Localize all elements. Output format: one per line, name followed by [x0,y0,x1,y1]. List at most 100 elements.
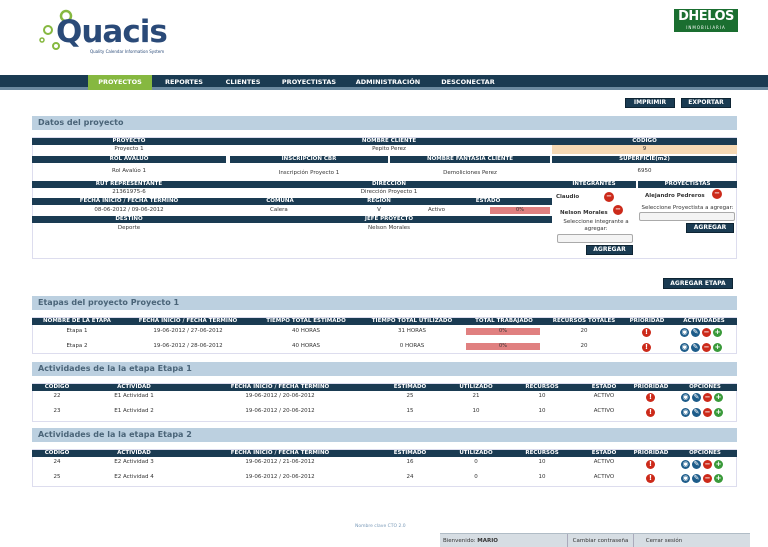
edit-icon[interactable]: ✎ [692,460,701,469]
label-fecha: FECHA INICIO / FECHA TERMINO [32,198,226,205]
edit-icon[interactable]: ✎ [692,474,701,483]
priority-red-icon: ! [646,474,655,483]
add-icon[interactable]: + [714,408,723,417]
delete-icon[interactable]: − [703,393,712,402]
act-resources: 10 [538,474,546,480]
act-dates: 19-06-2012 / 20-06-2012 [245,393,315,399]
delete-icon[interactable]: − [702,328,711,337]
value-inscripcion-cbr: Inscripción Proyecto 1 [278,170,340,176]
act-col-resources: RECURSOS [525,384,559,390]
view-icon[interactable]: ◉ [681,460,690,469]
stages-col-priority: PRIORIDAD [629,318,665,324]
act-col-dates: FECHA INICIO / FECHA TERMINO [230,450,330,456]
view-icon[interactable]: ◉ [681,474,690,483]
nav-reportes[interactable]: REPORTES [158,75,210,90]
add-icon[interactable]: + [713,328,722,337]
act-col-state: ESTADO [591,384,617,390]
add-proyectista-button[interactable]: AGREGAR [686,223,734,233]
act-name: E2 Actividad 4 [114,474,154,480]
proyectista-select[interactable] [639,212,735,221]
act-name: E1 Actividad 2 [114,408,154,414]
welcome-label: Bienvenido: [443,538,476,544]
nav-administracion[interactable]: ADMINISTRACIÓN [350,75,426,90]
act-used: 10 [472,408,480,414]
change-password-link[interactable]: Cambiar contraseña [568,534,634,547]
view-icon[interactable]: ◉ [680,343,689,352]
act-dates: 19-06-2012 / 20-06-2012 [245,408,315,414]
act-state: ACTIVO [593,459,615,465]
stage-estimated: 40 HORAS [291,328,321,334]
act-used: 21 [472,393,480,399]
stages-col-dates: FECHA INICIO / FECHA TERMINO [138,318,238,324]
act-estimated: 15 [406,408,414,414]
value-direccion: Dirección Proyecto 1 [360,189,418,195]
delete-icon[interactable]: − [703,408,712,417]
label-destino: DESTINO [32,216,226,223]
remove-member-icon[interactable]: − [712,189,722,199]
stage-estimated: 40 HORAS [291,343,321,349]
value-nombre-cliente: Pepito Perez [372,146,406,152]
export-button[interactable]: EXPORTAR [681,98,731,108]
act-col-activity: ACTIVIDAD [117,384,151,390]
act-col-priority: PRIORIDAD [633,450,669,456]
remove-member-icon[interactable]: − [604,192,614,202]
act-code: 24 [53,459,61,465]
status-bar: Bienvenido: MARIO Cambiar contraseña Cer… [440,533,750,547]
logo-tagline: Quality Calendar Information System [90,49,165,54]
edit-icon[interactable]: ✎ [691,328,700,337]
view-icon[interactable]: ◉ [680,328,689,337]
nav-proyectos[interactable]: PROYECTOS [88,75,152,90]
act-col-code: CODIGO [44,384,70,390]
label-region: REGION [334,198,424,205]
stage-resources: 20 [580,328,588,334]
logo-wordmark: Quacis [56,14,168,50]
act-col-estimated: ESTIMADO [393,384,427,390]
label-comuna: COMUNA [226,198,334,205]
integrante-name: Nelson Morales [560,210,608,216]
edit-icon[interactable]: ✎ [692,408,701,417]
nav-clientes[interactable]: CLIENTES [218,75,268,90]
integrante-select[interactable] [557,234,633,243]
edit-icon[interactable]: ✎ [692,393,701,402]
value-estado: Activo [428,207,445,213]
estado-progress: 0% [490,207,550,214]
priority-red-icon: ! [646,408,655,417]
add-icon[interactable]: + [713,343,722,352]
add-icon[interactable]: + [714,393,723,402]
act1-section-title: Actividades de la la etapa Etapa 1 [32,362,737,376]
label-codigo: CODIGO [552,138,737,145]
label-nombre-cliente: NOMBRE CLIENTE [226,138,552,145]
value-rut: 21361975-6 [112,189,146,195]
value-region: V [377,207,381,213]
proyectista-select-label: Seleccione Proyectista a agregar: [641,205,734,211]
view-icon[interactable]: ◉ [681,408,690,417]
stages-col-worked: TOTAL TRABAJADO [475,318,533,324]
remove-member-icon[interactable]: − [613,205,623,215]
add-icon[interactable]: + [714,460,723,469]
act-state: ACTIVO [593,408,615,414]
add-integrante-button[interactable]: AGREGAR [586,245,633,255]
stage-name: Etapa 2 [66,343,88,349]
proyectista-name: Alejandro Pedreros [645,193,705,199]
nav-proyectistas[interactable]: PROYECTISTAS [276,75,342,90]
add-icon[interactable]: + [714,474,723,483]
nav-desconectar[interactable]: DESCONECTAR [434,75,502,90]
stages-col-name: NOMBRE DE LA ETAPA [43,318,111,324]
add-stage-button[interactable]: AGREGAR ETAPA [663,278,733,289]
label-inscripcion-cbr: INSCRIPCIÓN CBR [230,156,388,163]
print-button[interactable]: IMPRIMIR [625,98,675,108]
stage-name: Etapa 1 [66,328,88,334]
edit-icon[interactable]: ✎ [691,343,700,352]
view-icon[interactable]: ◉ [681,393,690,402]
act-code: 23 [53,408,61,414]
value-comuna: Calera [270,207,288,213]
value-proyecto: Proyecto 1 [114,146,144,152]
act-col-state: ESTADO [591,450,617,456]
delete-icon[interactable]: − [703,460,712,469]
act-code: 25 [53,474,61,480]
logout-link[interactable]: Cerrar sesión [634,534,694,547]
delete-icon[interactable]: − [703,474,712,483]
delete-icon[interactable]: − [702,343,711,352]
act-col-used: UTILIZADO [459,384,493,390]
act-estimated: 25 [406,393,414,399]
